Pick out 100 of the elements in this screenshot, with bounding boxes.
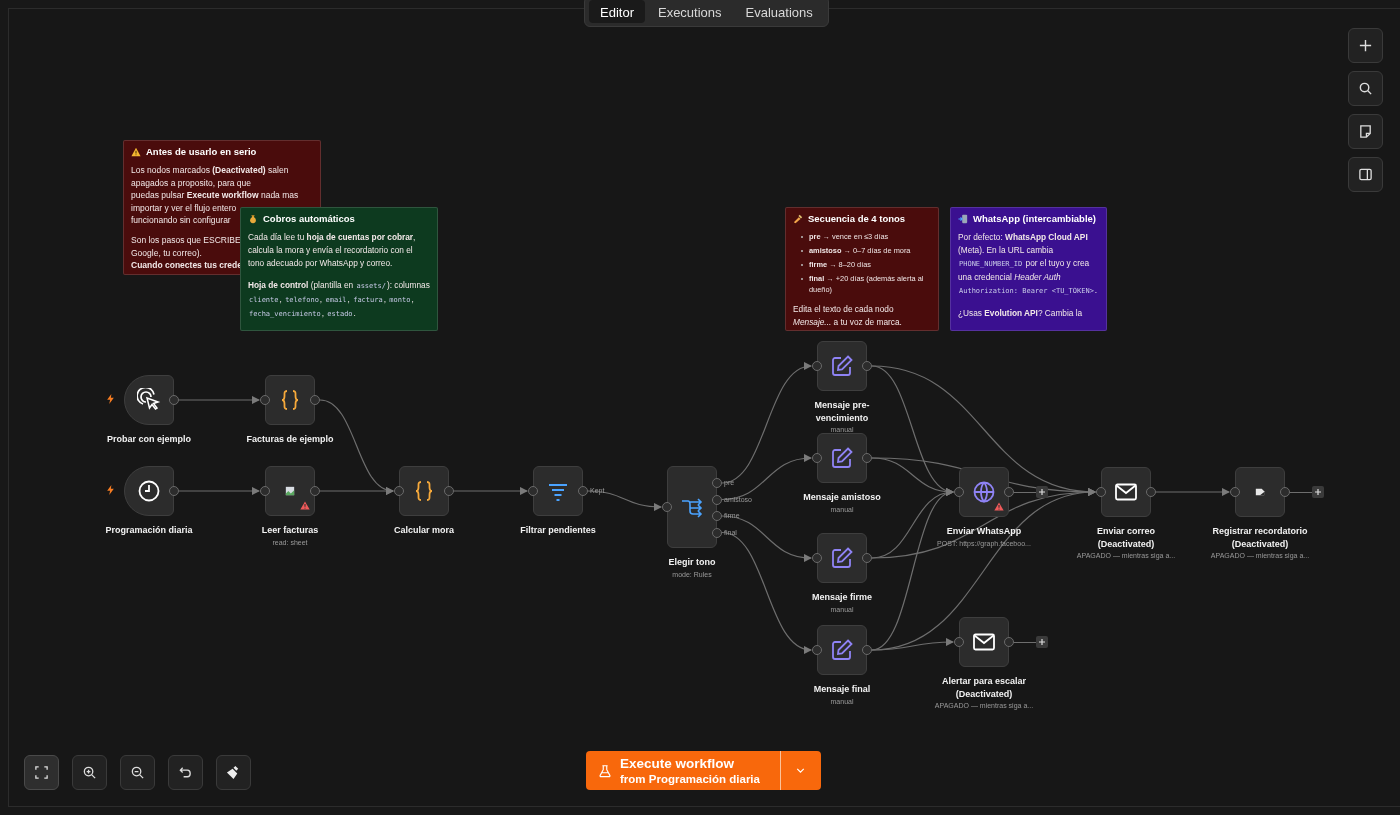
output-handle[interactable]: [169, 485, 179, 497]
broken-image-icon: [285, 486, 295, 496]
output-handle[interactable]: [862, 552, 872, 564]
note-text: ¿Usas Evolution API? Cambia la: [958, 307, 1084, 320]
node-title: Enviar correo (Deactivated): [1096, 525, 1156, 550]
workflow-node[interactable]: [667, 466, 717, 548]
cursor-click-icon: [137, 388, 161, 412]
output-handle[interactable]: [1004, 636, 1048, 648]
add-node-icon[interactable]: [1036, 636, 1048, 648]
phone-arrow-icon: [958, 213, 968, 224]
input-port[interactable]: [260, 486, 270, 496]
note-title: Cobros automáticos: [263, 213, 355, 224]
warning-icon: [300, 501, 310, 510]
warning-icon: [131, 146, 141, 157]
workflow-node[interactable]: [817, 625, 867, 675]
output-handle[interactable]: [169, 394, 179, 406]
side-panel-icon: [1358, 167, 1373, 182]
output-handle[interactable]: [310, 485, 320, 497]
add-node-button[interactable]: [1348, 28, 1383, 63]
node-title: Calcular mora: [394, 524, 454, 537]
workflow-node[interactable]: [533, 466, 583, 516]
button-sublabel: from Programación diaria: [620, 771, 760, 786]
input-port[interactable]: [954, 487, 964, 497]
search-icon: [1358, 81, 1373, 96]
workflow-node[interactable]: [959, 467, 1009, 517]
note-text: Cada día lee tu hoja de cuentas por cobrar, calcula la mora y envía el recordatorio con el tono adecuado por WhatsApp y correo.: [248, 231, 417, 270]
workflow-node[interactable]: [959, 617, 1009, 667]
workflow-node[interactable]: [1235, 467, 1285, 517]
workflow-node[interactable]: [817, 341, 867, 391]
node-title: Mensaje amistoso: [803, 491, 881, 504]
note-line: puedas pulsar Execute workflow nada mas: [131, 189, 299, 202]
node-title: Probar con ejemplo: [107, 433, 191, 446]
search-button[interactable]: [1348, 71, 1383, 106]
input-port[interactable]: [662, 502, 672, 512]
output-port[interactable]: [578, 486, 588, 496]
edit-icon: [830, 354, 854, 378]
output-handle[interactable]: [1280, 486, 1324, 498]
workflow-node[interactable]: [817, 533, 867, 583]
input-port[interactable]: [394, 486, 404, 496]
output-handle[interactable]: [444, 485, 454, 497]
note-text: Edita el texto de cada nodo Mensaje... a tu voz de marca.: [793, 303, 903, 329]
sticky-note-button[interactable]: [1348, 114, 1383, 149]
note-title: Secuencia de 4 tonos: [808, 213, 906, 224]
broom-icon: [226, 765, 241, 780]
input-port[interactable]: [812, 553, 822, 563]
note-title: Antes de usarlo en serio: [146, 146, 257, 157]
view-tab[interactable]: Editor: [589, 0, 645, 23]
workflow-node[interactable]: [399, 466, 449, 516]
add-node-icon[interactable]: [1036, 486, 1048, 498]
input-port[interactable]: [812, 645, 822, 655]
output-handle[interactable]: [862, 452, 872, 464]
panel-toggle-button[interactable]: [1348, 157, 1383, 192]
button-label: Execute workflow: [620, 755, 736, 772]
output-handle[interactable]: [862, 360, 872, 372]
undo-button[interactable]: [168, 755, 203, 790]
warning-icon: [994, 502, 1004, 511]
output-handle[interactable]: [1146, 486, 1156, 498]
input-port[interactable]: [954, 637, 964, 647]
zoom-in-icon: [82, 765, 97, 780]
workflow-node[interactable]: [1101, 467, 1151, 517]
globe-icon: [972, 480, 996, 504]
tidy-up-button[interactable]: [216, 755, 251, 790]
node-title: Mensaje pre-vencimiento: [813, 399, 871, 424]
node-title: Facturas de ejemplo: [246, 433, 334, 446]
note-line: funcionando sin configurar: [131, 214, 231, 227]
output-port[interactable]: [712, 478, 722, 488]
flask-icon: [598, 763, 612, 778]
input-port[interactable]: [260, 395, 270, 405]
note-line: apagados a proposito, para que: [131, 176, 252, 190]
lightning-icon: [107, 485, 114, 495]
note-icon: [1358, 124, 1373, 139]
output-port[interactable]: [712, 527, 722, 538]
view-tab[interactable]: Executions: [646, 0, 733, 23]
node-title: Elegir tono: [668, 556, 716, 569]
sticky-note[interactable]: [240, 207, 438, 331]
workflow-node[interactable]: [265, 375, 315, 425]
output-port[interactable]: [712, 511, 722, 521]
workflow-node[interactable]: [265, 466, 315, 516]
fit-view-button[interactable]: [24, 755, 59, 790]
input-port[interactable]: [812, 453, 822, 463]
add-node-icon[interactable]: [1312, 486, 1324, 498]
node-title: Mensaje firme: [812, 591, 872, 604]
input-port[interactable]: [1230, 487, 1240, 497]
output-handle[interactable]: [1004, 486, 1048, 498]
output-handle[interactable]: [862, 644, 872, 656]
view-tab[interactable]: Evaluations: [734, 0, 824, 23]
input-port[interactable]: [812, 361, 822, 371]
edit-icon: [830, 446, 854, 470]
input-port[interactable]: [1096, 487, 1106, 497]
undo-icon: [178, 765, 193, 780]
workflow-node[interactable]: [817, 433, 867, 483]
plus-icon: [1358, 38, 1373, 53]
node-title: Programación diaria: [105, 524, 193, 537]
output-handle[interactable]: [310, 394, 320, 406]
input-port[interactable]: [528, 486, 538, 496]
node-title: Mensaje final: [813, 683, 871, 696]
zoom-out-button[interactable]: [120, 755, 155, 790]
sticky-note[interactable]: [950, 207, 1107, 331]
zoom-in-button[interactable]: [72, 755, 107, 790]
output-port[interactable]: [712, 494, 722, 505]
